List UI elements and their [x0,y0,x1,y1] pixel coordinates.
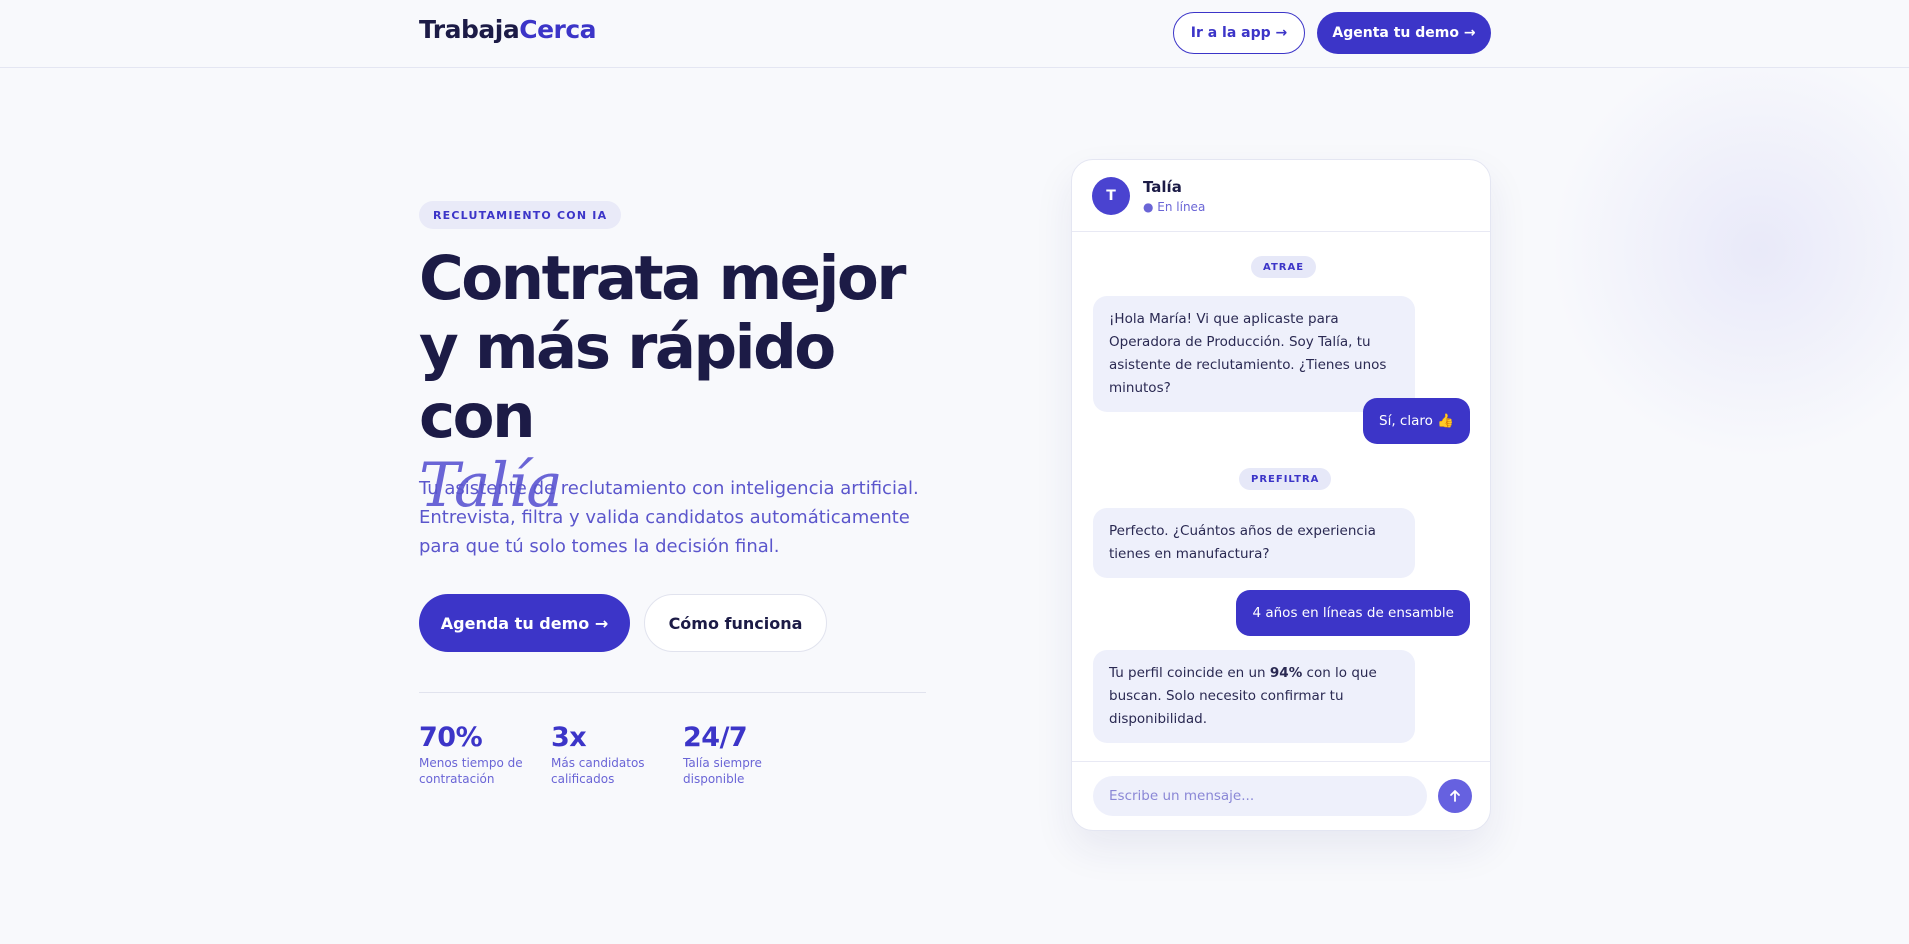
go-to-app-button[interactable]: Ir a la app → [1173,12,1305,54]
user-message: 4 años en líneas de ensamble [1236,590,1470,636]
stat-item: 70% Menos tiempo de contratación [419,722,539,787]
stat-label: Menos tiempo de contratación [419,756,523,786]
hero-title-line-1: Contrata mejor [419,243,906,314]
logo-part-2: Cerca [519,15,597,44]
chat-footer [1072,761,1490,830]
bot-message: Tu perfil coincide en un 94% con lo que … [1093,650,1415,743]
agent-name: Talía [1143,178,1182,196]
stat-value: 24/7 [683,722,748,753]
stat-value: 3x [551,722,587,753]
stat-label: Talía siempre disponible [683,756,762,786]
bot-message: ¡Hola María! Vi que aplicaste para Opera… [1093,296,1415,412]
hero-subtitle: Tu asistente de reclutamiento con inteli… [419,478,919,557]
background-glow [1549,40,1909,460]
hero-badge: RECLUTAMIENTO CON IA [419,201,622,229]
hero-title-line-2: y más rápido con [419,312,836,452]
message-input[interactable] [1093,776,1427,816]
bot-message-text: Tu perfil coincide en un [1109,665,1270,681]
how-it-works-button[interactable]: Cómo funciona [644,594,827,652]
logo[interactable]: TrabajaCerca [419,15,597,44]
logo-part-1: Trabaja [419,15,520,44]
schedule-demo-button[interactable]: Agenda tu demo → [419,594,630,652]
stage-label-atrae: ATRAE [1251,256,1317,278]
agent-status: ● En línea [1143,200,1206,214]
stat-label: Más candidatos calificados [551,756,645,786]
chat-widget: T Talía ● En línea ATRAE ¡Hola María! Vi… [1071,159,1491,831]
arrow-up-icon [1450,790,1460,802]
site-header: TrabajaCerca Ir a la app → Agenta tu dem… [0,0,1909,68]
stat-item: 24/7 Talía siempre disponible [683,722,803,787]
stat-item: 3x Más candidatos calificados [551,722,671,787]
avatar: T [1092,177,1130,215]
bot-message: Perfecto. ¿Cuántos años de experiencia t… [1093,508,1415,578]
stat-value: 70% [419,722,483,753]
chat-header: T Talía ● En línea [1072,160,1490,232]
user-message: Sí, claro 👍 [1363,398,1470,444]
stage-label-prefiltra: PREFILTRA [1239,468,1332,490]
header-demo-button[interactable]: Agenta tu demo → [1317,12,1491,54]
hero-divider [419,692,926,693]
send-button[interactable] [1438,779,1472,813]
match-percentage: 94% [1269,665,1303,681]
